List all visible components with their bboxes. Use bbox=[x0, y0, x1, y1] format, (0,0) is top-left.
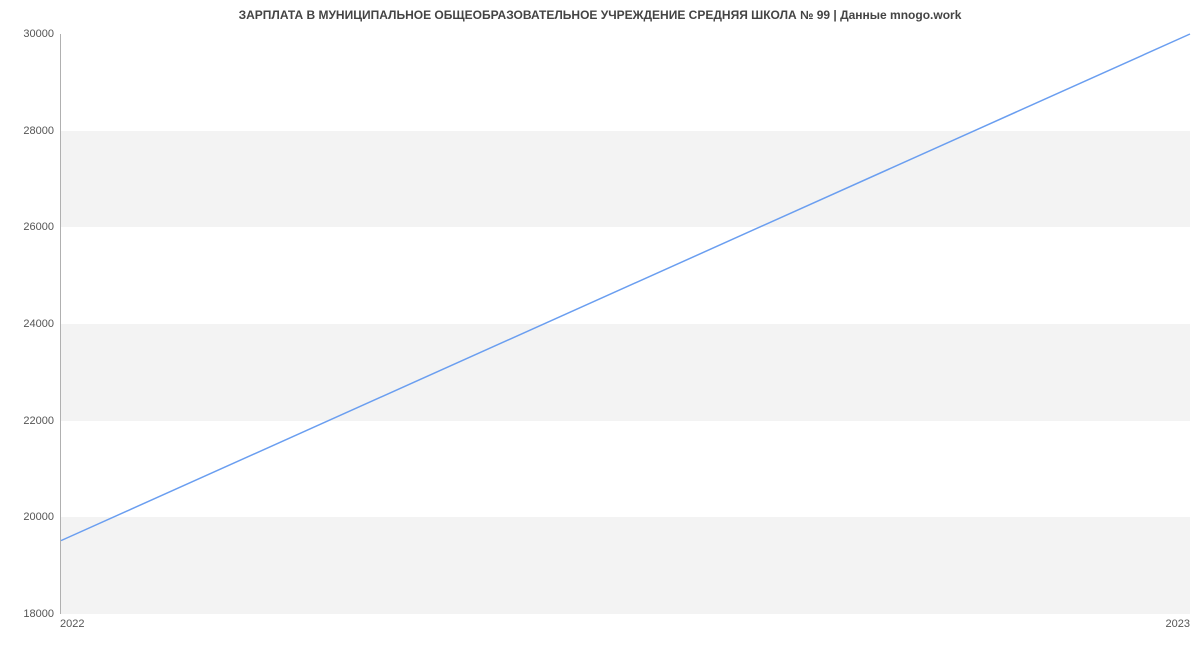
y-tick-label: 22000 bbox=[4, 415, 54, 427]
y-tick-label: 24000 bbox=[4, 318, 54, 330]
x-tick-label: 2022 bbox=[60, 618, 84, 630]
plot-area bbox=[60, 34, 1190, 614]
y-tick-label: 28000 bbox=[4, 125, 54, 137]
y-tick-label: 30000 bbox=[4, 28, 54, 40]
series-line bbox=[61, 34, 1190, 541]
chart-title: ЗАРПЛАТА В МУНИЦИПАЛЬНОЕ ОБЩЕОБРАЗОВАТЕЛ… bbox=[0, 8, 1200, 22]
y-tick-label: 20000 bbox=[4, 511, 54, 523]
y-tick-label: 26000 bbox=[4, 221, 54, 233]
x-tick-label: 2023 bbox=[1166, 618, 1190, 630]
line-svg bbox=[61, 34, 1190, 613]
y-tick-label: 18000 bbox=[4, 608, 54, 620]
chart-container: ЗАРПЛАТА В МУНИЦИПАЛЬНОЕ ОБЩЕОБРАЗОВАТЕЛ… bbox=[0, 0, 1200, 650]
